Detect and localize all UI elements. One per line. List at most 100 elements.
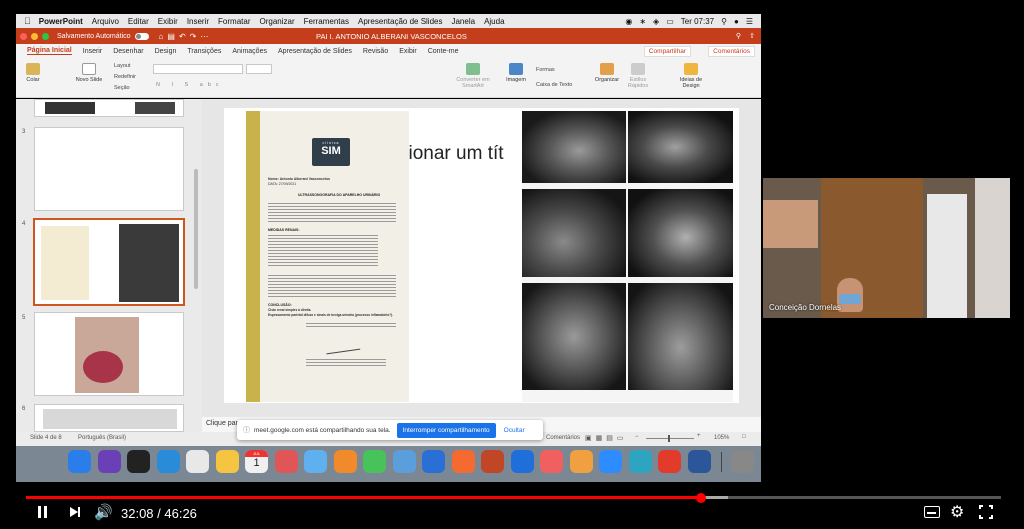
slide-title-placeholder[interactable]: cionar um tít [399,143,504,165]
zoom-window-button[interactable] [42,32,49,40]
dock-app-icon[interactable] [540,450,563,473]
dock-app-icon[interactable] [68,450,91,473]
dock-app-icon[interactable] [304,450,327,473]
menu-app-name[interactable]: PowerPoint [39,17,83,26]
dock-app-icon[interactable]: JUL 1 [245,450,268,473]
menu-apresentacao[interactable]: Apresentação de Slides [358,17,443,26]
share-button[interactable]: Compartilhar [643,46,691,57]
dock-app-icon[interactable] [451,450,475,473]
image-button[interactable]: Imagem [504,63,528,83]
textbox-button[interactable]: Caixa de Texto [536,82,572,88]
tab-conte-me[interactable]: Conte-me [428,48,459,55]
tab-pagina-inicial[interactable]: Página Inicial [27,47,72,55]
recording-icon[interactable]: ◉ [625,17,632,26]
apple-icon[interactable]:  [24,16,31,26]
stop-sharing-button[interactable]: Interromper compartilhamento [396,422,496,438]
captions-icon[interactable] [924,506,940,518]
slide-thumbnail-3[interactable] [34,127,184,211]
menu-editar[interactable]: Editar [128,17,149,26]
report-document-photo[interactable]: clínica SIM Nome: Antonio Alberani Vasco… [246,111,409,402]
quick-styles-button[interactable]: Estilos Rápidos [624,63,652,89]
dock-app-icon[interactable] [510,450,534,473]
slide-thumbnail-2[interactable] [34,99,184,117]
tab-design[interactable]: Design [155,48,177,55]
new-slide-button[interactable]: Novo Slide [74,63,104,83]
menu-ajuda[interactable]: Ajuda [484,17,504,26]
slide-thumbnail-6[interactable] [34,404,184,432]
arrange-button[interactable]: Organizar [592,63,622,83]
font-family-select[interactable] [153,64,243,74]
wifi-icon[interactable]: ◈ [653,17,659,26]
tab-inserir[interactable]: Inserir [83,48,102,55]
language-indicator[interactable]: Português (Brasil) [78,435,126,441]
dock-app-icon[interactable] [628,450,652,473]
settings-gear-icon[interactable]: ⚙ [950,502,964,522]
shapes-button[interactable]: Formas [536,67,555,73]
dock-app-icon[interactable] [599,450,622,473]
dock-app-icon[interactable] [422,450,445,473]
dock-app-icon[interactable] [687,450,711,473]
ultrasound-images[interactable] [522,111,733,402]
tab-transicoes[interactable]: Transições [187,48,221,55]
dock-app-icon[interactable] [481,450,504,473]
bluetooth-icon[interactable]: ∗ [639,17,646,26]
dock-app-icon[interactable] [186,450,209,473]
video-scrubber-handle[interactable] [695,493,706,503]
clock[interactable]: Ter 07:37 [681,17,714,26]
share-icon[interactable]: ⇧ [749,32,755,40]
dock-app-icon[interactable] [156,450,180,473]
thumbnail-scrollbar[interactable] [194,169,198,289]
dock-app-icon[interactable] [363,450,386,473]
dock-app-icon[interactable] [97,450,121,473]
tab-apresentacao[interactable]: Apresentação de Slides [278,48,352,55]
font-size-select[interactable] [246,64,272,74]
next-video-icon[interactable] [69,505,83,519]
fit-to-window-icon[interactable]: □ [742,434,746,440]
section-button[interactable]: Seção [114,85,130,91]
siri-icon[interactable]: ● [734,17,739,26]
zoom-slider-thumb[interactable] [668,435,670,442]
paragraph-controls[interactable] [316,64,476,74]
menu-exibir[interactable]: Exibir [158,17,178,26]
status-comments-button[interactable]: Comentários [546,435,580,441]
design-ideas-button[interactable]: Ideias de Design [676,63,706,89]
current-slide[interactable]: cionar um tít clínica SIM Nome: Antonio … [224,108,739,403]
dock-app-icon[interactable] [569,450,593,473]
fullscreen-icon[interactable] [979,505,993,519]
dock-app-icon[interactable] [274,450,298,473]
dock-app-icon[interactable] [658,450,681,473]
zoom-out-button[interactable]: − [635,434,639,440]
dock-app-icon[interactable] [127,450,150,473]
dock-app-icon[interactable] [392,450,416,473]
dock-trash-icon[interactable] [731,450,754,473]
dock-app-icon[interactable] [333,450,357,473]
volume-icon[interactable]: 🔊 [94,503,113,521]
close-window-button[interactable] [20,32,27,40]
search-icon[interactable]: ⚲ [736,32,741,40]
menu-formatar[interactable]: Formatar [218,17,250,26]
menu-inserir[interactable]: Inserir [187,17,209,26]
view-mode-icons[interactable]: ▣▦▤▭ [585,434,627,442]
slide-thumbnail-4[interactable] [33,218,185,306]
tab-animacoes[interactable]: Animações [232,48,267,55]
quick-access-icons[interactable]: ⌂▤↶↷⋯ [159,32,213,41]
comments-button[interactable]: Comentários [708,46,755,57]
paste-button[interactable]: Colar [22,63,44,83]
control-center-icon[interactable]: ☰ [746,17,753,26]
dock-app-icon[interactable] [215,450,239,473]
zoom-in-button[interactable]: + [697,433,701,439]
autosave-toggle[interactable] [134,32,149,40]
layout-button[interactable]: Layout [114,63,131,69]
reset-button[interactable]: Redefinir [114,74,136,80]
video-progress-bar[interactable] [26,496,1001,499]
menu-arquivo[interactable]: Arquivo [92,17,119,26]
tab-exibir[interactable]: Exibir [399,48,417,55]
font-format-icons[interactable]: N I S abc [156,82,224,88]
tab-revisao[interactable]: Revisão [363,48,388,55]
menu-ferramentas[interactable]: Ferramentas [304,17,349,26]
pause-icon[interactable] [36,505,50,519]
battery-icon[interactable]: ▭ [666,17,674,26]
menu-organizar[interactable]: Organizar [260,17,295,26]
hide-banner-button[interactable]: Ocultar [504,427,525,434]
slide-thumbnail-5[interactable] [34,312,184,396]
